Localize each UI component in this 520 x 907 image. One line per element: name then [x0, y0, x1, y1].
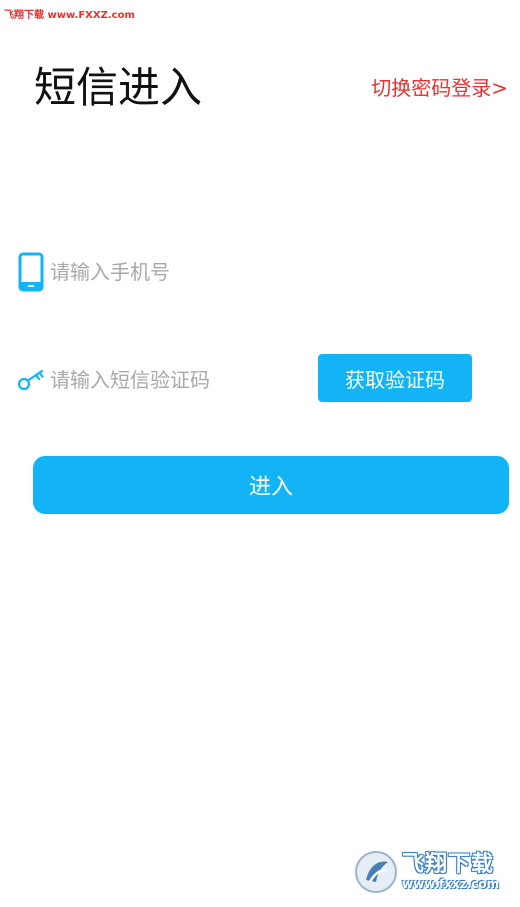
- watermark-logo-cn: 飞翔下载: [402, 852, 495, 877]
- phone-icon: [16, 250, 46, 294]
- get-verification-code-button[interactable]: 获取验证码: [318, 354, 472, 402]
- switch-password-login-link[interactable]: 切换密码登录>: [371, 74, 508, 102]
- phone-number-input[interactable]: [46, 252, 496, 292]
- sms-code-input[interactable]: [46, 360, 310, 400]
- page-title: 短信进入: [34, 63, 203, 112]
- fxxz-logo-icon: [354, 850, 398, 894]
- watermark-logo: 飞翔下载 www.fxxz.com: [354, 849, 510, 895]
- key-icon: [16, 358, 46, 402]
- phone-input-row: [16, 250, 496, 294]
- watermark-top-text: 飞翔下载 www.FXXZ.com: [4, 10, 135, 21]
- watermark-logo-url: www.fxxz.com: [402, 877, 500, 891]
- enter-button[interactable]: 进入: [33, 456, 509, 514]
